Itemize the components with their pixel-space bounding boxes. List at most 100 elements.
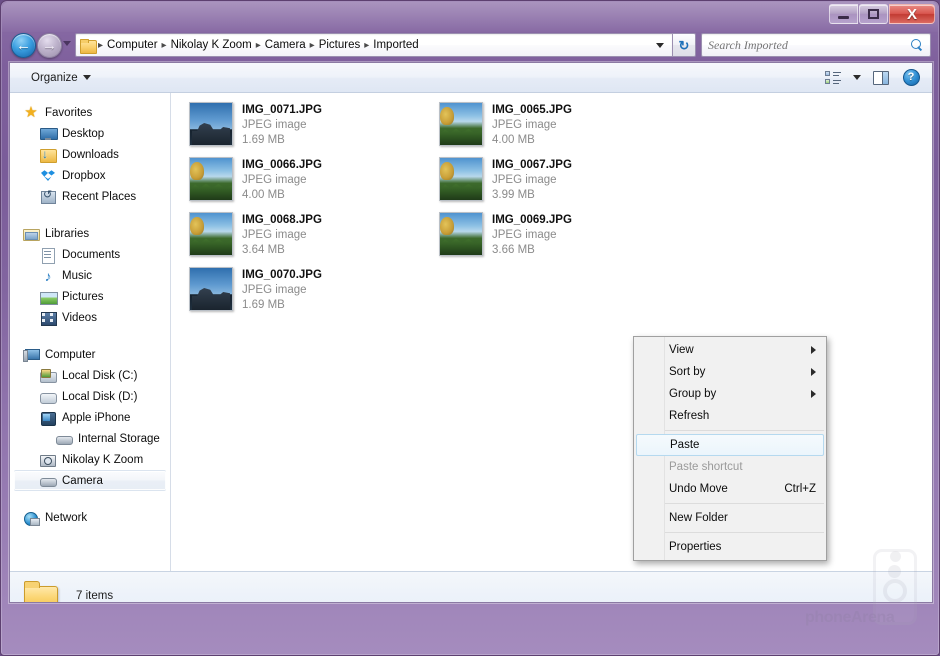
context-menu-item-properties[interactable]: Properties [634,536,826,558]
watermark-text-arena: Arena [851,609,894,626]
context-menu-item-label: Sort by [669,366,705,378]
sidebar-item-dropbox[interactable]: Dropbox [10,165,170,186]
minimize-icon [838,16,849,19]
refresh-icon: ↻ [679,39,690,52]
file-thumbnail-icon [439,157,483,201]
sidebar-item-local-disk-c[interactable]: Local Disk (C:) [10,365,170,386]
sidebar-item-camera[interactable]: Camera [14,470,166,491]
context-menu-item-new-folder[interactable]: New Folder [634,507,826,529]
file-name: IMG_0067.JPG [492,158,572,173]
recent-pages-dropdown-icon[interactable] [63,41,71,46]
phone-device-icon [40,410,56,426]
context-menu-item-paste-shortcut: Paste shortcut [634,456,826,478]
camera-device-icon [40,452,56,468]
breadcrumb-separator: ▸ [97,40,104,51]
search-input[interactable] [708,38,911,53]
file-size: 1.69 MB [242,298,322,313]
context-menu-item-label: Paste shortcut [669,461,743,473]
list-item[interactable]: IMG_0065.JPG JPEG image 4.00 MB [435,98,685,153]
maximize-button[interactable] [859,4,888,24]
chevron-down-icon[interactable] [656,43,664,48]
file-thumbnail-icon [189,102,233,146]
submenu-arrow-icon [811,390,816,398]
list-item[interactable]: IMG_0069.JPG JPEG image 3.66 MB [435,208,685,263]
sidebar-item-nikolay-k-zoom[interactable]: Nikolay K Zoom [10,449,170,470]
sidebar-item-desktop[interactable]: Desktop [10,123,170,144]
sidebar-item-internal-storage[interactable]: Internal Storage [10,428,170,449]
file-size: 3.66 MB [492,243,572,258]
context-menu-item-undo-move[interactable]: Undo Move Ctrl+Z [634,478,826,500]
list-item[interactable]: IMG_0071.JPG JPEG image 1.69 MB [185,98,435,153]
file-list-pane[interactable]: IMG_0071.JPG JPEG image 1.69 MB IMG_0065… [171,93,932,571]
sidebar-item-music[interactable]: ♪ Music [10,265,170,286]
sidebar-item-network[interactable]: Network [10,507,170,528]
sidebar-item-favorites[interactable]: ★ Favorites [10,102,170,123]
sidebar-item-documents[interactable]: Documents [10,244,170,265]
sidebar-item-label: Apple iPhone [62,412,130,424]
context-menu-item-label: View [669,344,694,356]
context-menu-item-paste[interactable]: Paste [636,434,824,456]
list-item[interactable]: IMG_0067.JPG JPEG image 3.99 MB [435,153,685,208]
breadcrumb-item-pictures[interactable]: Pictures [316,37,364,53]
refresh-button[interactable]: ↻ [673,33,696,57]
nav-group-libraries: Libraries Documents ♪ Music Pictures [10,223,170,328]
file-meta: IMG_0071.JPG JPEG image 1.69 MB [242,102,322,148]
navigation-pane[interactable]: ★ Favorites Desktop Downloads Dropbox [10,93,171,571]
close-icon: X [907,7,917,22]
sidebar-item-label: Local Disk (D:) [62,391,137,403]
submenu-arrow-icon [811,368,816,376]
folder-icon [24,581,58,604]
context-menu-item-sort-by[interactable]: Sort by [634,361,826,383]
change-view-button[interactable] [820,66,846,90]
content-split: ★ Favorites Desktop Downloads Dropbox [10,93,932,571]
forward-button[interactable]: → [37,33,62,58]
sidebar-item-libraries[interactable]: Libraries [10,223,170,244]
sidebar-item-downloads[interactable]: Downloads [10,144,170,165]
nav-spacer [10,493,170,507]
sidebar-item-pictures[interactable]: Pictures [10,286,170,307]
address-bar-row: ← → ▸ Computer ▸ Nikolay K Zoom ▸ Camera… [1,29,940,62]
breadcrumb-item-imported[interactable]: Imported [370,37,421,53]
nav-group-favorites: ★ Favorites Desktop Downloads Dropbox [10,102,170,207]
computer-icon [23,347,39,363]
list-item[interactable]: IMG_0070.JPG JPEG image 1.69 MB [185,263,435,318]
breadcrumb-item-device[interactable]: Nikolay K Zoom [168,37,255,53]
minimize-button[interactable] [829,4,858,24]
context-menu-item-view[interactable]: View [634,339,826,361]
search-box[interactable] [701,33,931,57]
breadcrumb-item-computer[interactable]: Computer [104,37,161,53]
close-button[interactable]: X [889,4,935,24]
music-icon: ♪ [40,268,56,284]
sidebar-item-local-disk-d[interactable]: Local Disk (D:) [10,386,170,407]
back-button[interactable]: ← [11,33,36,58]
context-menu[interactable]: View Sort by Group by Refresh [633,336,827,561]
context-menu-item-refresh[interactable]: Refresh [634,405,826,427]
sidebar-item-label: Local Disk (C:) [62,370,137,382]
command-bar: Organize ? [10,63,932,93]
file-name: IMG_0071.JPG [242,103,322,118]
file-meta: IMG_0070.JPG JPEG image 1.69 MB [242,267,322,313]
sidebar-item-label: Desktop [62,128,104,140]
sidebar-item-recent-places[interactable]: Recent Places [10,186,170,207]
pictures-icon [40,289,56,305]
forward-arrow-icon: → [42,38,57,53]
network-icon [23,510,39,526]
sidebar-item-apple-iphone[interactable]: Apple iPhone [10,407,170,428]
breadcrumb[interactable]: ▸ Computer ▸ Nikolay K Zoom ▸ Camera ▸ P… [75,33,673,57]
help-button[interactable]: ? [898,66,924,90]
sidebar-item-videos[interactable]: Videos [10,307,170,328]
documents-icon [40,247,56,263]
sidebar-item-computer[interactable]: Computer [10,344,170,365]
change-view-dropdown[interactable] [850,66,864,90]
preview-pane-button[interactable] [868,66,894,90]
list-item[interactable]: IMG_0068.JPG JPEG image 3.64 MB [185,208,435,263]
context-menu-separator [665,532,824,533]
context-menu-item-group-by[interactable]: Group by [634,383,826,405]
organize-button[interactable]: Organize [24,68,98,88]
file-thumbnail-icon [439,212,483,256]
dropbox-icon [40,168,56,184]
sidebar-item-label: Dropbox [62,170,105,182]
file-meta: IMG_0068.JPG JPEG image 3.64 MB [242,212,322,258]
list-item[interactable]: IMG_0066.JPG JPEG image 4.00 MB [185,153,435,208]
breadcrumb-item-camera[interactable]: Camera [262,37,309,53]
